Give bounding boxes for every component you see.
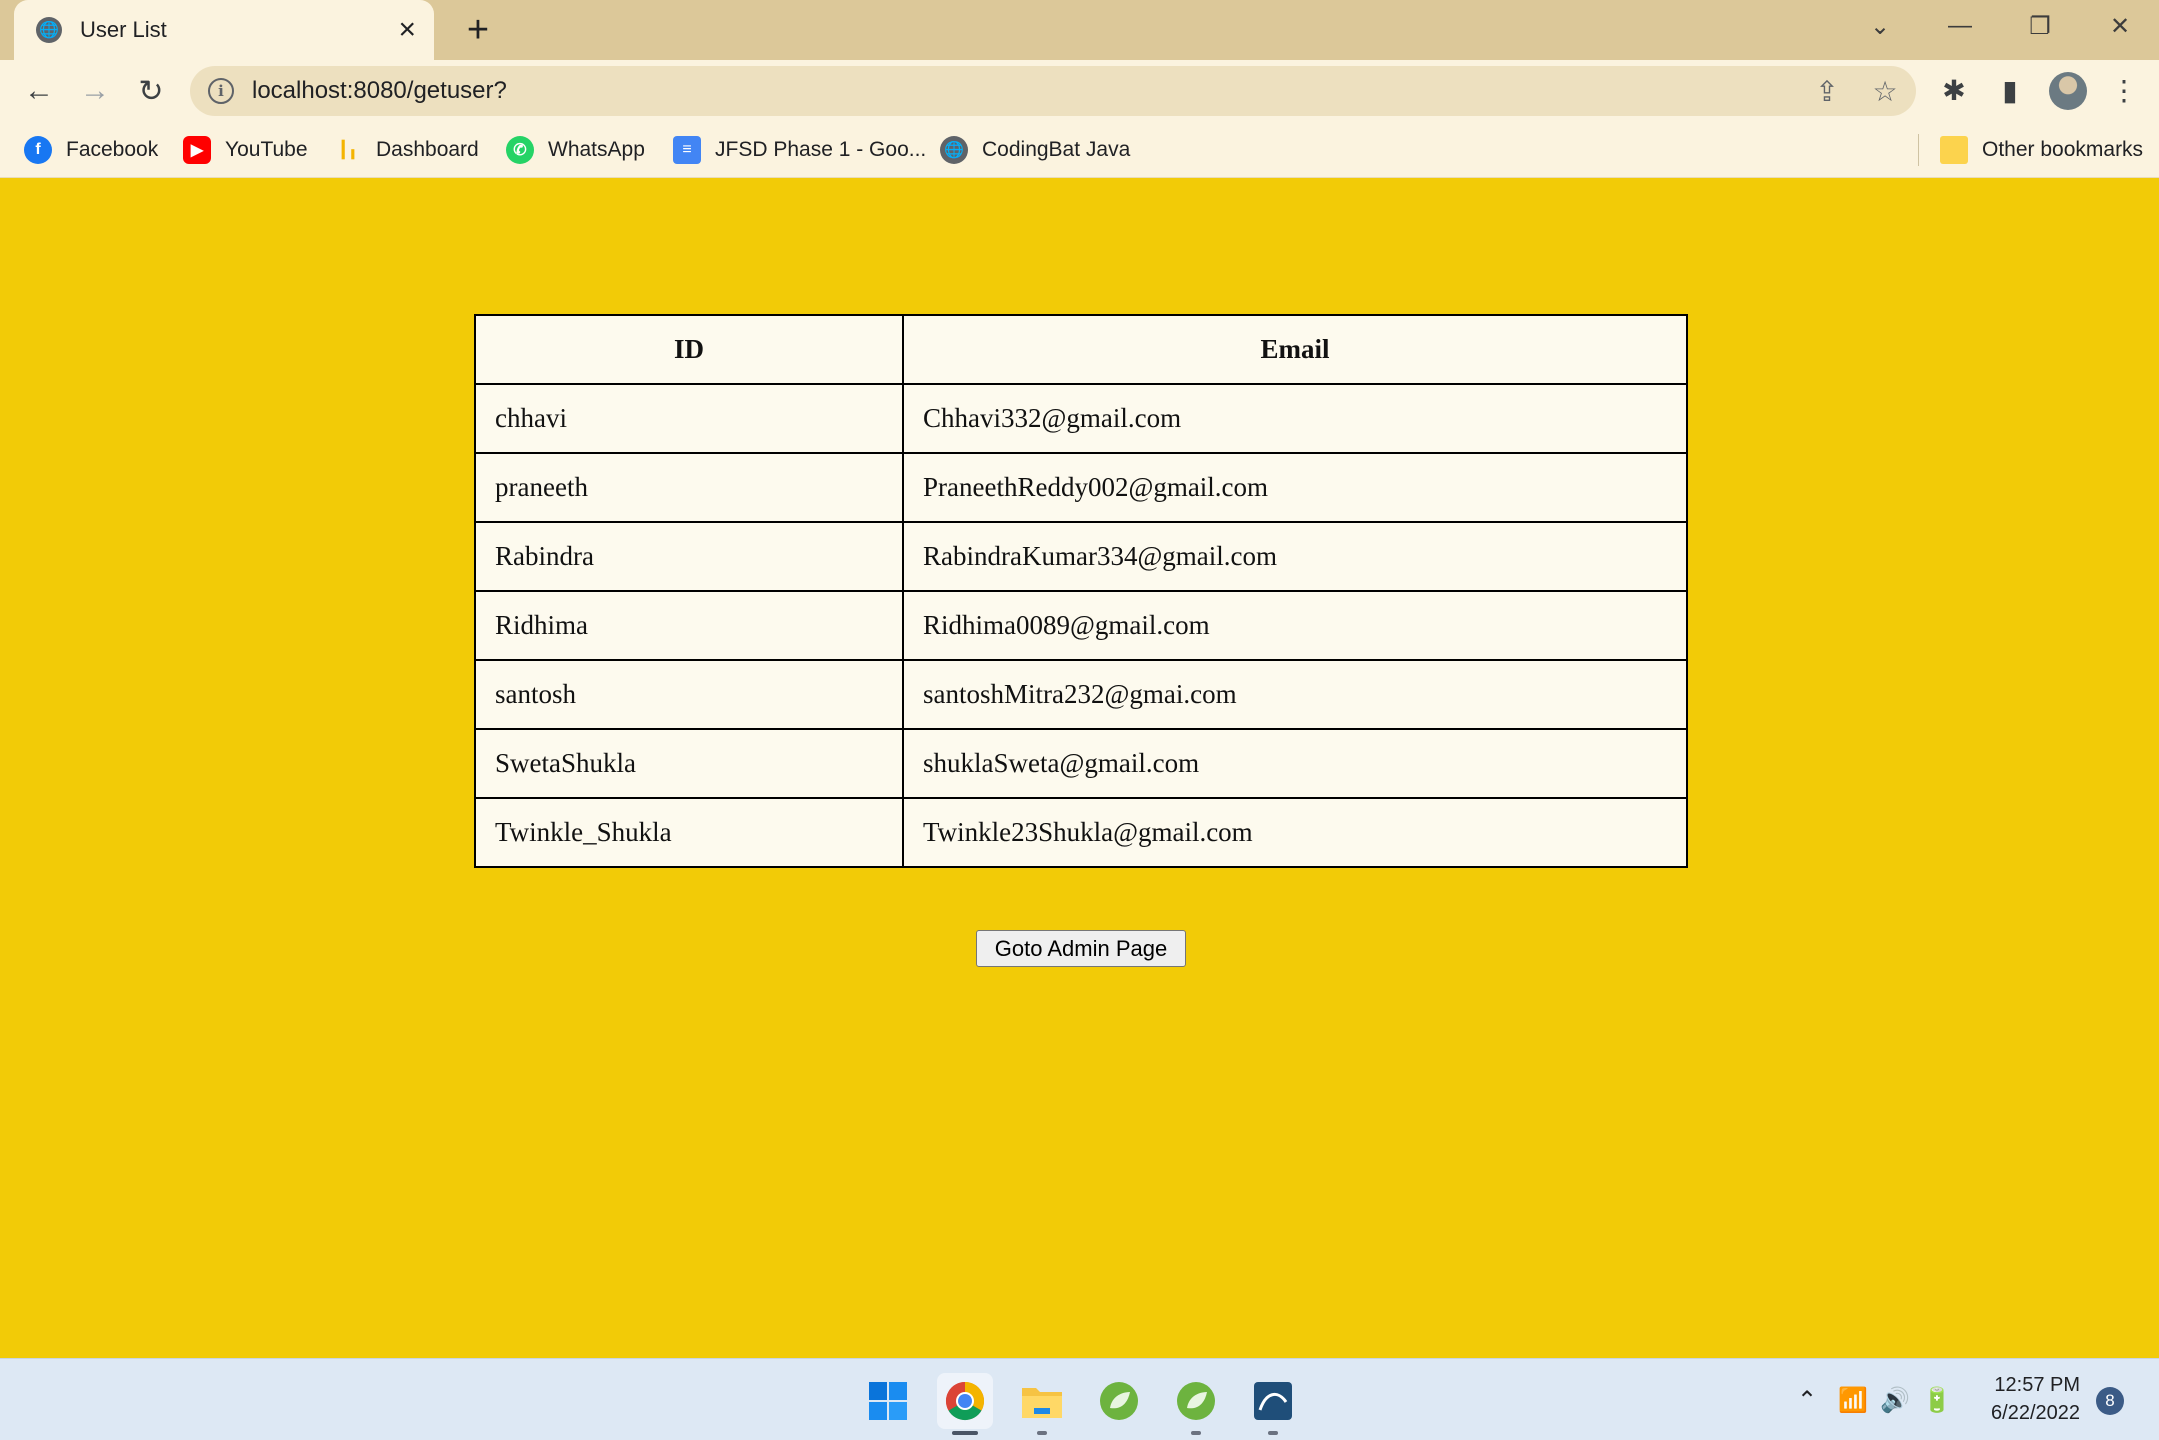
running-indicator: [1268, 1431, 1278, 1435]
cell-email: Twinkle23Shukla@gmail.com: [902, 797, 1688, 868]
bookmarks-divider: [1918, 134, 1919, 166]
bookmark-label: CodingBat Java: [982, 138, 1131, 161]
url-text[interactable]: localhost:8080/getuser?: [252, 77, 507, 105]
bookmark-label: JFSD Phase 1 - Goo...: [715, 138, 927, 161]
cell-id: praneeth: [474, 452, 904, 523]
windows-taskbar: ⌃ 📶 🔊 🔋 12:57 PM 6/22/2022 8: [0, 1358, 2159, 1440]
notification-badge[interactable]: 8: [2096, 1387, 2124, 1415]
browser-toolbar: ← → ↻ i localhost:8080/getuser? ⇪ ☆ ✱ ▮ …: [0, 60, 2159, 122]
menu-kebab-icon[interactable]: ⋮: [2104, 70, 2144, 110]
reload-icon[interactable]: ↻: [128, 68, 174, 114]
table-row: santosh santoshMitra232@gmai.com: [474, 659, 1688, 730]
cell-id: santosh: [474, 659, 904, 730]
cell-id: Ridhima: [474, 590, 904, 661]
side-panel-icon[interactable]: ▮: [1990, 70, 2030, 110]
whatsapp-icon: ✆: [506, 136, 534, 164]
cell-email: Chhavi332@gmail.com: [902, 383, 1688, 454]
table-row: chhavi Chhavi332@gmail.com: [474, 383, 1688, 454]
cell-email: RabindraKumar334@gmail.com: [902, 521, 1688, 592]
bookmark-codingbat[interactable]: 🌐 CodingBat Java: [940, 132, 1130, 168]
chrome-taskbar-icon[interactable]: [937, 1373, 993, 1435]
table-row: Twinkle_Shukla Twinkle23Shukla@gmail.com: [474, 797, 1688, 868]
close-window-button[interactable]: ✕: [2080, 0, 2159, 52]
taskbar-clock[interactable]: 12:57 PM 6/22/2022: [1960, 1371, 2080, 1427]
bookmark-star-icon[interactable]: ☆: [1868, 74, 1902, 108]
other-bookmarks-label: Other bookmarks: [1982, 138, 2144, 161]
new-tab-button[interactable]: +: [456, 8, 500, 52]
back-arrow-icon[interactable]: ←: [16, 68, 62, 114]
google-docs-icon: ≡: [673, 136, 701, 164]
spring-tool-suite-icon[interactable]: [1091, 1373, 1147, 1429]
cell-email: santoshMitra232@gmai.com: [902, 659, 1688, 730]
other-bookmarks[interactable]: Other bookmarks: [1940, 132, 2143, 168]
bookmark-label: Facebook: [66, 138, 159, 161]
cell-email: PraneethReddy002@gmail.com: [902, 452, 1688, 523]
forward-arrow-icon[interactable]: →: [72, 68, 118, 114]
running-indicator: [1191, 1431, 1201, 1435]
running-indicator: [1037, 1431, 1047, 1435]
show-hidden-icons-chevron-icon[interactable]: ⌃: [1790, 1383, 1824, 1417]
table-row: SwetaShukla shuklaSweta@gmail.com: [474, 728, 1688, 799]
bookmark-dashboard[interactable]: ┃╻ Dashboard: [334, 132, 479, 168]
table-row: Rabindra RabindraKumar334@gmail.com: [474, 521, 1688, 592]
column-header-email: Email: [902, 314, 1688, 385]
tab-title: User List: [80, 17, 167, 42]
user-table: ID Email chhavi Chhavi332@gmail.com pran…: [474, 314, 1688, 868]
close-tab-icon[interactable]: ×: [398, 15, 416, 45]
bookmark-youtube[interactable]: ▶ YouTube: [183, 132, 308, 168]
table-row: Ridhima Ridhima0089@gmail.com: [474, 590, 1688, 661]
column-header-id: ID: [474, 314, 904, 385]
windows-start-icon[interactable]: [860, 1373, 916, 1429]
facebook-icon: f: [24, 136, 52, 164]
bookmark-jfsd[interactable]: ≡ JFSD Phase 1 - Goo...: [673, 132, 926, 168]
restore-window-button[interactable]: ❐: [2000, 0, 2080, 52]
globe-icon: 🌐: [940, 136, 968, 164]
table-row: praneeth PraneethReddy002@gmail.com: [474, 452, 1688, 523]
battery-icon[interactable]: 🔋: [1920, 1383, 1954, 1417]
profile-avatar[interactable]: [2049, 72, 2087, 110]
mysql-workbench-icon[interactable]: [1245, 1373, 1301, 1435]
file-explorer-icon[interactable]: [1014, 1373, 1070, 1435]
bookmark-label: YouTube: [225, 138, 308, 161]
minimize-window-button[interactable]: —: [1920, 0, 2000, 52]
clock-time: 12:57 PM: [1994, 1374, 2080, 1396]
cell-email: shuklaSweta@gmail.com: [902, 728, 1688, 799]
address-bar[interactable]: i localhost:8080/getuser? ⇪ ☆: [190, 66, 1916, 116]
youtube-icon: ▶: [183, 136, 211, 164]
goto-admin-page-button[interactable]: Goto Admin Page: [976, 930, 1186, 967]
spring-tool-suite-icon-2[interactable]: [1168, 1373, 1224, 1435]
globe-icon: 🌐: [36, 17, 62, 43]
table-header-row: ID Email: [474, 314, 1688, 385]
bookmarks-bar: f Facebook ▶ YouTube ┃╻ Dashboard ✆ What…: [0, 122, 2159, 178]
cell-id: chhavi: [474, 383, 904, 454]
bookmark-facebook[interactable]: f Facebook: [24, 132, 158, 168]
bookmark-whatsapp[interactable]: ✆ WhatsApp: [506, 132, 645, 168]
wifi-icon[interactable]: 📶: [1836, 1383, 1870, 1417]
site-info-icon[interactable]: i: [208, 78, 234, 104]
share-icon[interactable]: ⇪: [1810, 74, 1844, 108]
active-indicator: [952, 1431, 978, 1435]
folder-icon: [1940, 136, 1968, 164]
volume-icon[interactable]: 🔊: [1878, 1383, 1912, 1417]
extensions-puzzle-icon[interactable]: ✱: [1934, 70, 1974, 110]
clock-date: 6/22/2022: [1991, 1402, 2080, 1424]
cell-email: Ridhima0089@gmail.com: [902, 590, 1688, 661]
tab-search-chevron-icon[interactable]: ⌄: [1840, 0, 1920, 52]
tab-strip: 🌐 User List × + ⌄ — ❐ ✕: [0, 0, 2159, 60]
bookmark-label: WhatsApp: [548, 138, 645, 161]
dashboard-icon: ┃╻: [338, 142, 358, 159]
cell-id: Rabindra: [474, 521, 904, 592]
cell-id: SwetaShukla: [474, 728, 904, 799]
cell-id: Twinkle_Shukla: [474, 797, 904, 868]
bookmark-label: Dashboard: [376, 138, 479, 161]
tab-user-list[interactable]: 🌐 User List ×: [14, 0, 434, 60]
